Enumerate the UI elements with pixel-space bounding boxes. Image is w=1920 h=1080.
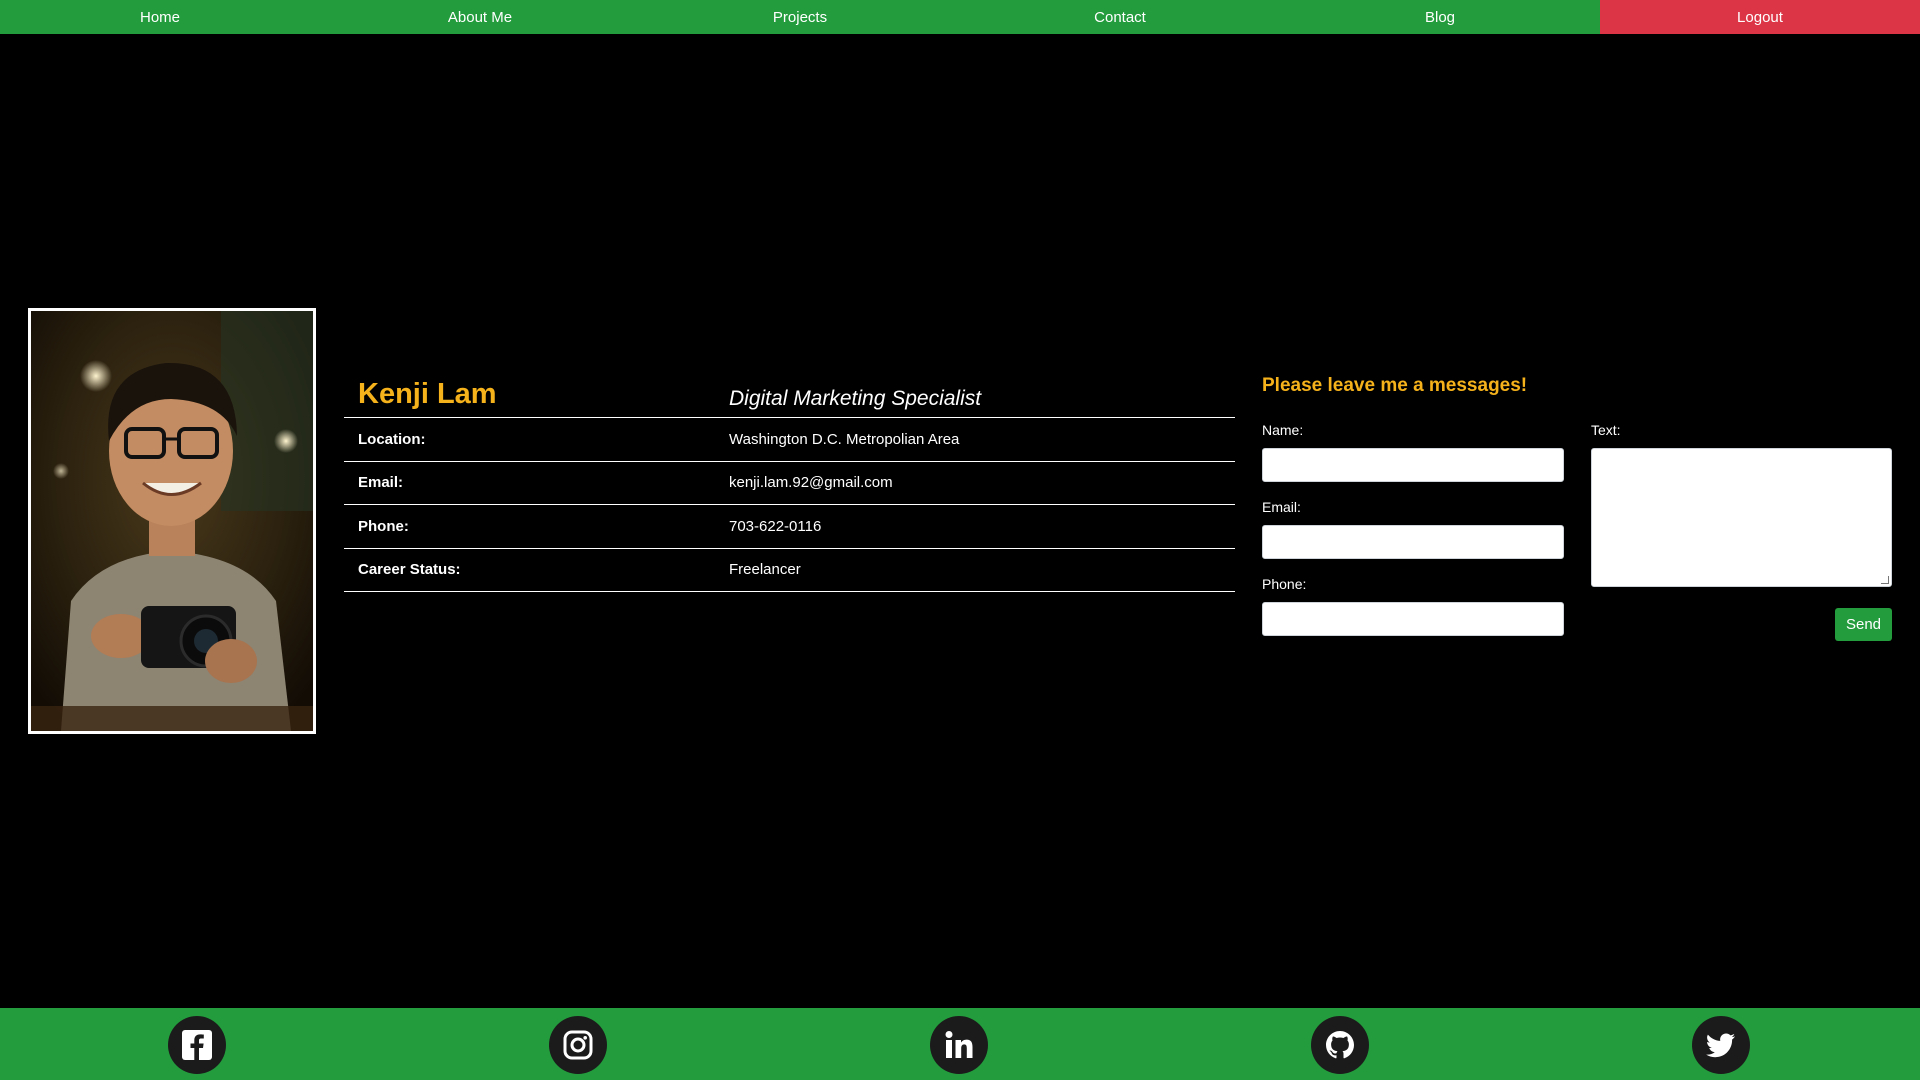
info-label: Location:: [358, 430, 426, 448]
profile-photo: [28, 308, 316, 734]
info-value: kenji.lam.92@gmail.com: [729, 474, 893, 492]
profile-info: Kenji Lam Digital Marketing Specialist L…: [344, 375, 1235, 592]
send-button[interactable]: Send: [1835, 608, 1892, 641]
info-row-career-status: Career Status: Freelancer: [344, 549, 1235, 592]
email-label: Email:: [1262, 499, 1301, 515]
github-icon[interactable]: [1311, 1016, 1369, 1074]
instagram-icon[interactable]: [549, 1016, 607, 1074]
resize-handle-icon[interactable]: [1881, 576, 1889, 584]
nav-projects[interactable]: Projects: [640, 0, 960, 34]
message-textarea[interactable]: [1591, 448, 1892, 587]
nav-blog[interactable]: Blog: [1280, 0, 1600, 34]
twitter-icon[interactable]: [1692, 1016, 1750, 1074]
profile-header: Kenji Lam Digital Marketing Specialist: [344, 375, 1235, 418]
facebook-icon[interactable]: [168, 1016, 226, 1074]
top-nav: Home About Me Projects Contact Blog Logo…: [0, 0, 1920, 34]
text-label: Text:: [1591, 422, 1621, 438]
phone-field[interactable]: [1262, 602, 1564, 636]
info-row-phone: Phone: 703-622-0116: [344, 505, 1235, 549]
footer: [0, 1008, 1920, 1080]
nav-home[interactable]: Home: [0, 0, 320, 34]
info-row-email: Email: kenji.lam.92@gmail.com: [344, 462, 1235, 505]
info-value: Freelancer: [729, 561, 801, 579]
contact-form-title: Please leave me a messages!: [1262, 375, 1528, 396]
info-value: Washington D.C. Metropolian Area: [729, 430, 960, 448]
info-value: 703-622-0116: [729, 517, 822, 535]
nav-about-me[interactable]: About Me: [320, 0, 640, 34]
profile-job-title: Digital Marketing Specialist: [729, 387, 982, 410]
info-row-location: Location: Washington D.C. Metropolian Ar…: [344, 418, 1235, 462]
logout-button[interactable]: Logout: [1600, 0, 1920, 34]
email-field[interactable]: [1262, 525, 1564, 559]
info-label: Phone:: [358, 517, 409, 535]
nav-contact[interactable]: Contact: [960, 0, 1280, 34]
name-label: Name:: [1262, 422, 1304, 438]
linkedin-icon[interactable]: [930, 1016, 988, 1074]
phone-label: Phone:: [1262, 576, 1307, 592]
name-field[interactable]: [1262, 448, 1564, 482]
profile-name: Kenji Lam: [358, 378, 497, 410]
info-label: Career Status:: [358, 561, 461, 579]
info-label: Email:: [358, 474, 404, 492]
